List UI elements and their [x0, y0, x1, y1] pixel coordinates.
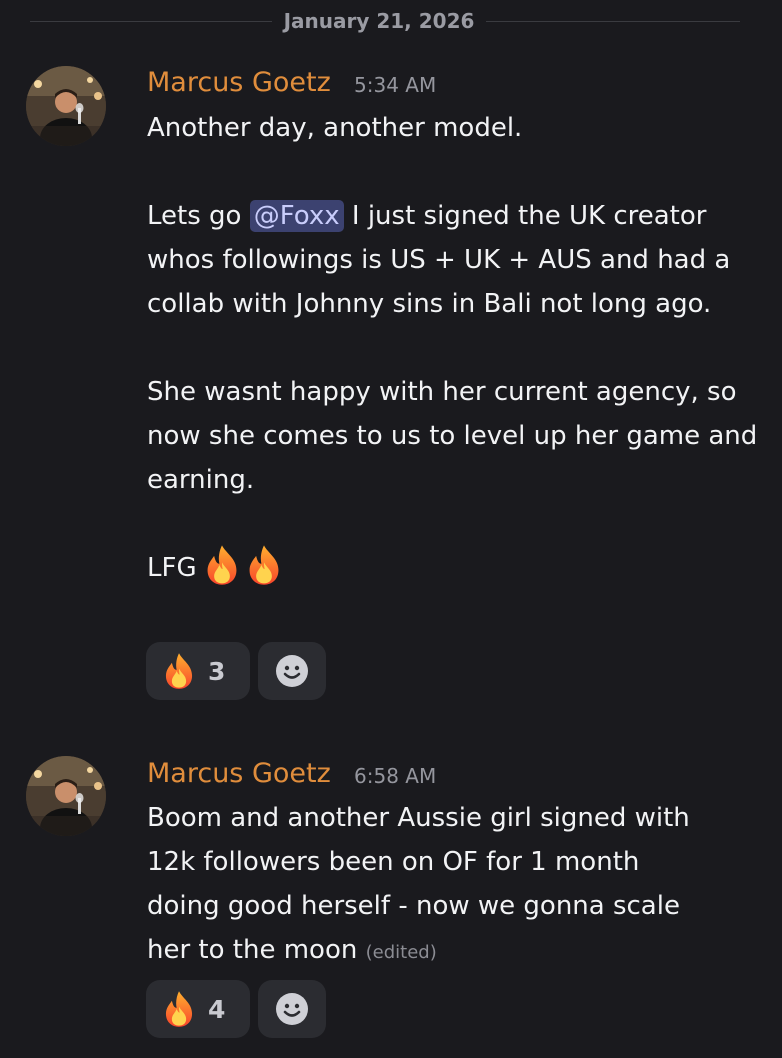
author-name[interactable]: Marcus Goetz [147, 757, 331, 791]
fire-icon [201, 544, 243, 586]
timestamp: 6:58 AM [354, 764, 437, 788]
fire-icon [160, 990, 198, 1028]
smiley-icon [276, 655, 308, 687]
add-reaction-button[interactable] [258, 980, 326, 1038]
text-segment: Lets go [147, 201, 250, 231]
message-content: Another day, another model. Lets go @Fox… [147, 106, 762, 590]
reaction-fire[interactable]: 3 [146, 642, 250, 700]
edited-label: (edited) [365, 942, 437, 963]
text-segment: Boom and another Aussie girl signed with… [147, 803, 690, 965]
user-mention[interactable]: @Foxx [249, 200, 344, 232]
date-label: January 21, 2026 [271, 9, 487, 33]
add-reaction-button[interactable] [258, 642, 326, 700]
reaction-fire[interactable]: 4 [146, 980, 250, 1038]
message-content: Boom and another Aussie girl signed with… [147, 796, 707, 975]
message-paragraph: LFG [147, 546, 762, 590]
message-line: Another day, another model. [147, 113, 523, 143]
reaction-count: 3 [208, 656, 226, 686]
message-paragraph: She wasnt happy with her current agency,… [147, 377, 758, 495]
avatar[interactable] [26, 756, 106, 836]
fire-icon [243, 544, 285, 586]
message-paragraph: Lets go @Foxx I just signed the UK creat… [147, 194, 762, 326]
timestamp: 5:34 AM [354, 73, 437, 97]
fire-icon [160, 652, 198, 690]
reaction-count: 4 [208, 994, 226, 1024]
author-name[interactable]: Marcus Goetz [147, 66, 331, 100]
smiley-icon [276, 993, 308, 1025]
avatar[interactable] [26, 66, 106, 146]
text-segment: LFG [147, 553, 197, 583]
message-paragraph: Boom and another Aussie girl signed with… [147, 796, 707, 975]
